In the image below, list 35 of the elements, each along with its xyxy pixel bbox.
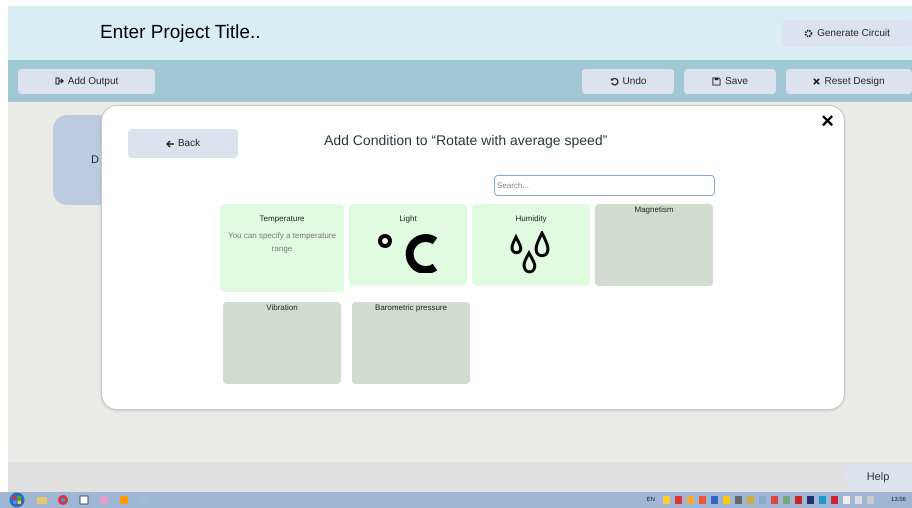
save-button[interactable]: Save [684,68,776,94]
back-button[interactable]: Back [128,129,238,158]
help-button[interactable]: Help [844,464,912,490]
floppy-icon [712,76,722,86]
gear-icon [804,28,814,38]
condition-description: You can specify a temperature range [227,230,337,255]
app-icon[interactable] [78,494,90,506]
condition-card[interactable]: Light [349,204,467,286]
undo-icon [610,76,619,86]
condition-card[interactable]: Magnetism [595,204,713,286]
close-icon [813,78,820,84]
condition-name: Humidity [515,213,547,225]
browser-icon[interactable] [56,494,70,506]
card-label: D [91,152,99,168]
condition-card[interactable]: Temperature You can specify a temperature range [220,204,344,292]
generate-circuit-button[interactable]: Generate Circuit [782,20,912,46]
celsius-icon [377,231,439,273]
condition-name: Temperature [260,213,304,225]
project-title[interactable]: Enter Project Title.. [100,18,261,48]
search-field[interactable]: Search... [494,175,715,196]
folder-icon[interactable] [36,495,48,505]
condition-card[interactable]: Barometric pressure [352,302,470,384]
condition-card[interactable]: Humidity [472,204,590,286]
condition-name: Magnetism [634,204,674,216]
condition-name: Barometric pressure [374,302,448,314]
sign-out-icon [54,77,64,85]
close-button[interactable]: × [821,110,834,132]
add-output-button[interactable]: Add Output [18,68,155,94]
reset-design-button[interactable]: Reset Design [786,68,912,94]
condition-name: Light [399,213,417,225]
undo-button[interactable]: Undo [582,68,674,94]
arrow-left-icon [166,140,174,148]
condition-name: Vibration [266,302,298,314]
dialog-title: Add Condition to “Rotate with average speed” [324,131,608,150]
condition-card[interactable]: Vibration [223,302,341,384]
